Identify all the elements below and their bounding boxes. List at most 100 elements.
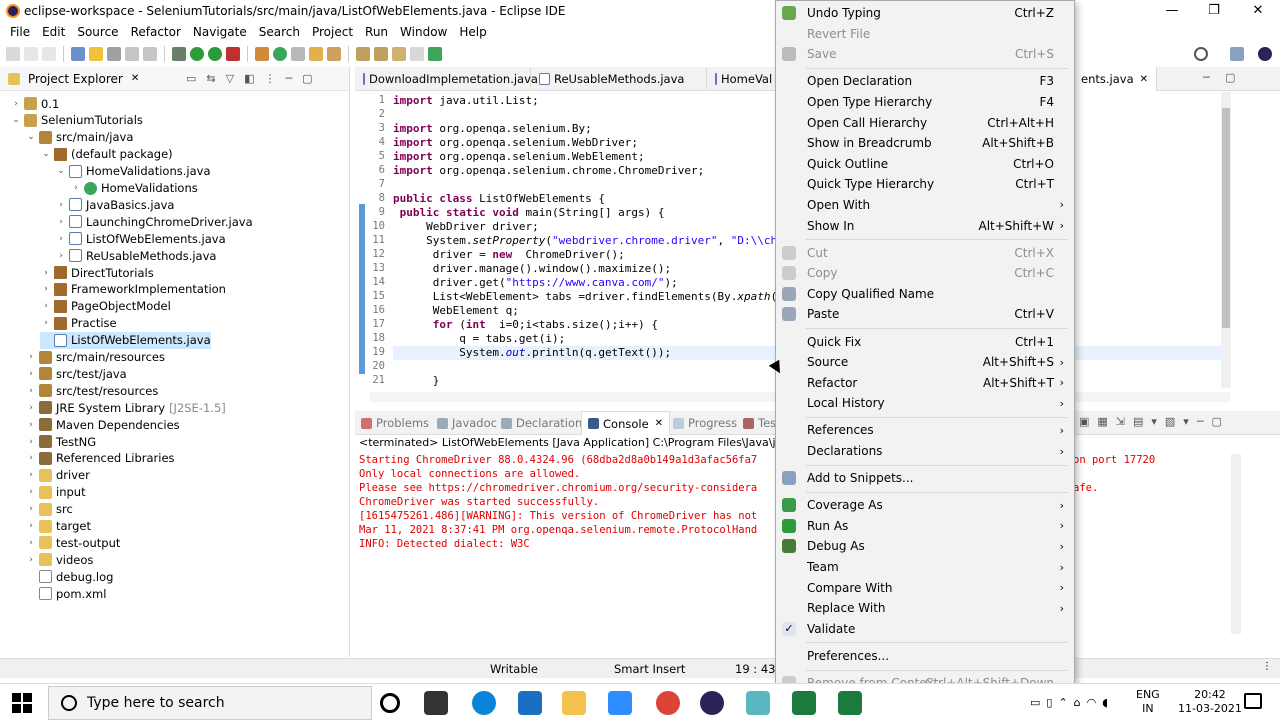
file-explorer-icon[interactable]: [562, 691, 586, 715]
taskbar-clock[interactable]: 20:42 11-03-2021: [1178, 688, 1242, 716]
close-tab-icon[interactable]: ✕: [655, 418, 663, 429]
context-menu-item[interactable]: Local History ›: [776, 393, 1074, 413]
tree-item[interactable]: pom.xml: [25, 585, 106, 602]
view-toolbar-icons[interactable]: ▭⇆▽◧⋮─▢: [186, 72, 322, 85]
context-menu-item[interactable]: Open Declaration F3: [776, 71, 1074, 91]
chevron-right-icon[interactable]: ›: [25, 487, 37, 497]
tree-item[interactable]: › Maven Dependencies: [25, 416, 179, 433]
menu-source[interactable]: Source: [71, 25, 124, 39]
tab-console[interactable]: Console ✕: [581, 411, 671, 435]
tree-item[interactable]: › LaunchingChromeDriver.java: [55, 213, 252, 230]
chevron-down-icon[interactable]: ⌄: [25, 132, 37, 142]
format-icon[interactable]: [125, 47, 139, 61]
pencil-icon[interactable]: [327, 47, 341, 61]
chevron-right-icon[interactable]: ›: [25, 453, 37, 463]
context-menu-item[interactable]: Quick Outline Ctrl+O: [776, 154, 1074, 174]
tree-item[interactable]: › Referenced Libraries: [25, 450, 174, 467]
context-menu-item[interactable]: Compare With ›: [776, 578, 1074, 598]
open-task-icon[interactable]: [291, 47, 305, 61]
chevron-right-icon[interactable]: ›: [25, 470, 37, 480]
chevron-right-icon[interactable]: ›: [40, 318, 52, 328]
context-menu-item[interactable]: Undo Typing Ctrl+Z: [776, 3, 1074, 23]
tab-javadoc[interactable]: Javadoc: [431, 411, 503, 435]
chevron-right-icon[interactable]: ›: [55, 217, 67, 227]
menu-edit[interactable]: Edit: [36, 25, 71, 39]
chevron-right-icon[interactable]: ›: [25, 504, 37, 514]
chevron-right-icon[interactable]: ›: [40, 284, 52, 294]
context-menu-item[interactable]: References ›: [776, 420, 1074, 440]
maximize-editor-icon[interactable]: ▢: [1225, 71, 1235, 84]
context-menu-item[interactable]: Quick Type Hierarchy Ctrl+T: [776, 174, 1074, 194]
back-icon[interactable]: [392, 47, 406, 61]
context-menu-item[interactable]: Declarations ›: [776, 441, 1074, 461]
new-package-icon[interactable]: [255, 47, 269, 61]
cortana-icon[interactable]: [380, 693, 400, 713]
chevron-right-icon[interactable]: ›: [55, 251, 67, 261]
menu-file[interactable]: File: [4, 25, 36, 39]
show-whitespace-icon[interactable]: [143, 47, 157, 61]
open-folder-icon[interactable]: [309, 47, 323, 61]
notifications-icon[interactable]: [1244, 693, 1262, 709]
chevron-right-icon[interactable]: ›: [25, 369, 37, 379]
tree-item[interactable]: › HomeValidations: [70, 180, 198, 197]
tree-item[interactable]: › src/test/java: [25, 365, 127, 382]
menu-help[interactable]: Help: [453, 25, 492, 39]
forward-icon[interactable]: [410, 47, 424, 61]
chevron-right-icon[interactable]: ›: [55, 200, 67, 210]
close-tab-icon[interactable]: ✕: [1140, 74, 1148, 85]
tab-progress[interactable]: Progress: [667, 411, 743, 435]
chevron-right-icon[interactable]: ›: [10, 99, 22, 109]
run-icon[interactable]: [190, 47, 204, 61]
prev-annotation-icon[interactable]: [374, 47, 388, 61]
menu-refactor[interactable]: Refactor: [125, 25, 187, 39]
tree-item[interactable]: › ListOfWebElements.java: [55, 230, 225, 247]
context-menu-item[interactable]: Run As ›: [776, 516, 1074, 536]
zoom-icon[interactable]: [608, 691, 632, 715]
context-menu-item[interactable]: Paste Ctrl+V: [776, 304, 1074, 324]
menu-navigate[interactable]: Navigate: [187, 25, 253, 39]
excel-1-icon[interactable]: [792, 691, 816, 715]
excel-2-icon[interactable]: [838, 691, 862, 715]
tree-item[interactable]: › target: [25, 518, 91, 535]
maximize-button[interactable]: ❐: [1192, 0, 1236, 22]
tab-reusable-methods[interactable]: ReUsableMethods.java: [531, 67, 707, 91]
new-class-icon[interactable]: [273, 47, 287, 61]
toggle-icon[interactable]: [107, 47, 121, 61]
save-all-icon[interactable]: [42, 47, 56, 61]
tree-item[interactable]: › JavaBasics.java: [55, 196, 174, 213]
context-menu-item[interactable]: Open Call Hierarchy Ctrl+Alt+H: [776, 113, 1074, 133]
context-menu-item[interactable]: ✓ Validate: [776, 619, 1074, 639]
editor-scrollbar[interactable]: [1221, 92, 1231, 388]
tab-problems[interactable]: Problems: [355, 411, 435, 435]
menu-run[interactable]: Run: [359, 25, 394, 39]
chevron-down-icon[interactable]: ⌄: [55, 166, 67, 176]
language-indicator[interactable]: ENG IN: [1136, 688, 1160, 716]
menu-search[interactable]: Search: [253, 25, 306, 39]
tree-item[interactable]: ⌄ src/main/java: [25, 129, 133, 146]
console-scrollbar[interactable]: [1231, 454, 1241, 634]
context-menu-item[interactable]: Debug As ›: [776, 536, 1074, 556]
tree-item[interactable]: › PageObjectModel: [40, 298, 171, 315]
tree-item[interactable]: › ReUsableMethods.java: [55, 247, 216, 264]
context-menu-item[interactable]: Open With ›: [776, 195, 1074, 215]
chevron-down-icon[interactable]: ⌄: [10, 115, 22, 125]
context-menu-item[interactable]: Preferences...: [776, 646, 1074, 666]
chevron-right-icon[interactable]: ›: [40, 268, 52, 278]
close-button[interactable]: ✕: [1236, 0, 1280, 22]
tree-item[interactable]: › FrameworkImplementation: [40, 281, 226, 298]
debug-icon[interactable]: [172, 47, 186, 61]
tab-declaration[interactable]: Declaration: [495, 411, 588, 435]
tree-item[interactable]: › 0.1: [10, 95, 59, 112]
tree-item[interactable]: › DirectTutorials: [40, 264, 154, 281]
context-menu-item[interactable]: Show in Breadcrumb Alt+Shift+B: [776, 133, 1074, 153]
menu-window[interactable]: Window: [394, 25, 453, 39]
minimize-editor-icon[interactable]: ─: [1203, 71, 1210, 84]
eclipse-icon[interactable]: [700, 691, 724, 715]
tab-list-of-web-elements[interactable]: ents.java ✕: [1073, 67, 1157, 91]
search-icon[interactable]: [1194, 47, 1208, 61]
tree-item[interactable]: › driver: [25, 467, 90, 484]
chrome-icon[interactable]: [656, 691, 680, 715]
new-icon[interactable]: [6, 47, 20, 61]
context-menu-item[interactable]: Coverage As ›: [776, 495, 1074, 515]
chevron-right-icon[interactable]: ›: [70, 183, 82, 193]
